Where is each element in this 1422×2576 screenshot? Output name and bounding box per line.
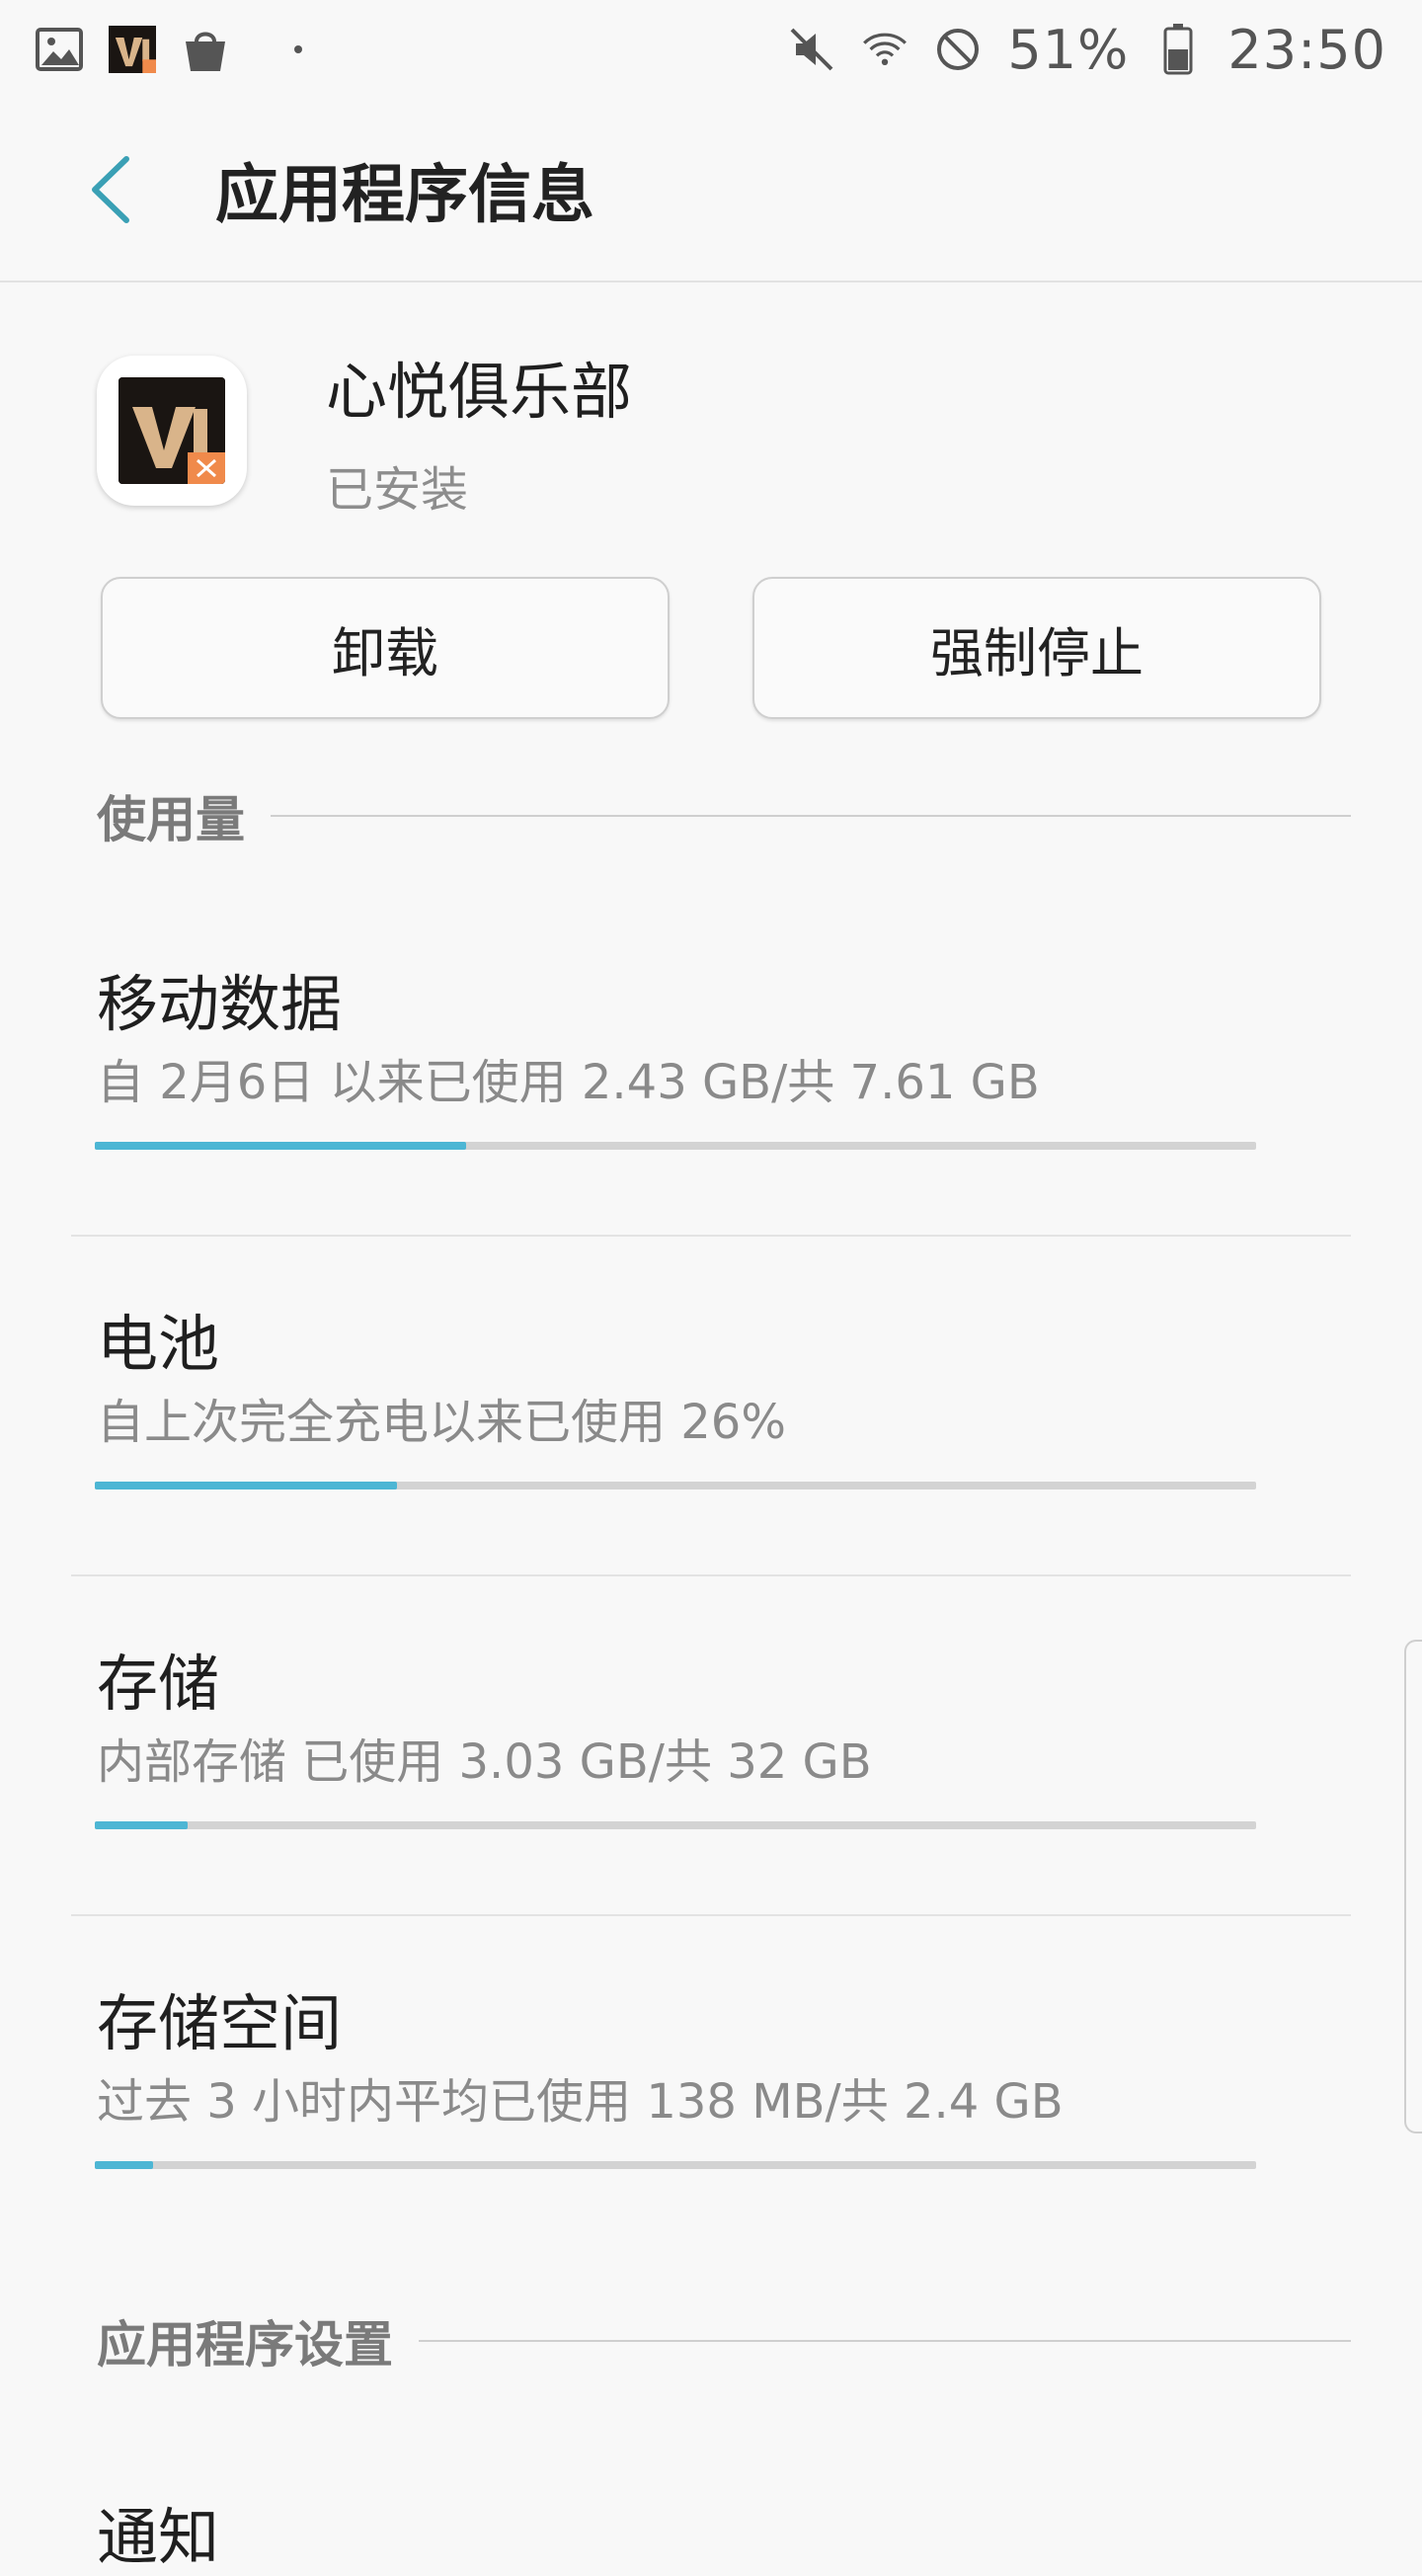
usage-item-subtitle: 过去 3 小时内平均已使用 138 MB/共 2.4 GB: [97, 2074, 1064, 2130]
usage-item-title: 电池: [97, 1308, 220, 1380]
app-icon-container: [97, 356, 247, 506]
blocked-icon: [934, 26, 982, 73]
status-bar-right: 51% 23:50: [788, 19, 1386, 81]
status-bar: 51% 23:50: [0, 0, 1422, 99]
uninstall-button[interactable]: 卸载: [101, 577, 670, 719]
back-button[interactable]: [51, 130, 170, 249]
usage-progress-bar: [95, 1142, 1256, 1150]
usage-section-header: 使用量: [97, 780, 1351, 851]
app-name: 心悦俱乐部: [326, 356, 633, 428]
back-arrow-icon: [92, 156, 129, 223]
row-divider: [71, 1235, 1351, 1237]
clock: 23:50: [1227, 18, 1386, 81]
force-stop-button[interactable]: 强制停止: [752, 577, 1321, 719]
app-texts: 心悦俱乐部 已安装: [326, 342, 632, 520]
section-divider-line: [271, 815, 1351, 817]
status-bar-left: [36, 26, 302, 73]
vip-app-icon: [109, 26, 156, 73]
usage-item-title: 存储空间: [97, 1987, 343, 2059]
action-buttons: 卸载 强制停止: [101, 577, 1321, 719]
usage-section-label: 使用量: [97, 791, 245, 848]
notification-dot: [294, 45, 302, 53]
usage-item-battery[interactable]: 电池 自上次完全充电以来已使用 26%: [71, 1294, 1351, 1632]
wifi-icon: [861, 26, 908, 73]
app-info-header: 心悦俱乐部 已安装: [97, 342, 632, 520]
usage-progress-fill: [95, 1482, 397, 1489]
app-bar: 应用程序信息: [0, 99, 1422, 282]
edge-panel-handle[interactable]: [1404, 1640, 1422, 2133]
row-divider: [71, 1574, 1351, 1576]
battery-icon: [1154, 24, 1202, 75]
section-divider-line: [419, 2340, 1351, 2342]
usage-progress-fill: [95, 2161, 153, 2169]
notifications-item[interactable]: 通知: [97, 2487, 219, 2576]
usage-progress-fill: [95, 1142, 467, 1150]
usage-item-title: 移动数据: [97, 968, 343, 1040]
usage-progress-fill: [95, 1821, 189, 1829]
mute-icon: [788, 26, 835, 73]
usage-item-memory[interactable]: 存储空间 过去 3 小时内平均已使用 138 MB/共 2.4 GB: [71, 1973, 1351, 2311]
app-settings-section-header: 应用程序设置: [97, 2305, 1351, 2376]
usage-progress-bar: [95, 2161, 1256, 2169]
usage-item-title: 存储: [97, 1648, 220, 1720]
usage-progress-bar: [95, 1482, 1256, 1489]
page-title: 应用程序信息: [215, 159, 594, 232]
usage-item-subtitle: 自上次完全充电以来已使用 26%: [97, 1395, 786, 1450]
shopping-bag-icon: [182, 26, 229, 73]
app-settings-section-label: 应用程序设置: [97, 2316, 393, 2374]
usage-item-mobile-data[interactable]: 移动数据 自 2月6日 以来已使用 2.43 GB/共 7.61 GB: [71, 954, 1351, 1292]
usage-item-storage[interactable]: 存储 内部存储 已使用 3.03 GB/共 32 GB: [71, 1634, 1351, 1972]
gallery-icon: [36, 26, 83, 73]
app-install-status: 已安装: [326, 462, 469, 518]
vip-app-icon: [118, 377, 225, 484]
usage-item-subtitle: 内部存储 已使用 3.03 GB/共 32 GB: [97, 1734, 872, 1790]
usage-progress-bar: [95, 1821, 1256, 1829]
usage-item-subtitle: 自 2月6日 以来已使用 2.43 GB/共 7.61 GB: [97, 1055, 1040, 1110]
row-divider: [71, 1914, 1351, 1916]
battery-percent: 51%: [1007, 18, 1130, 81]
